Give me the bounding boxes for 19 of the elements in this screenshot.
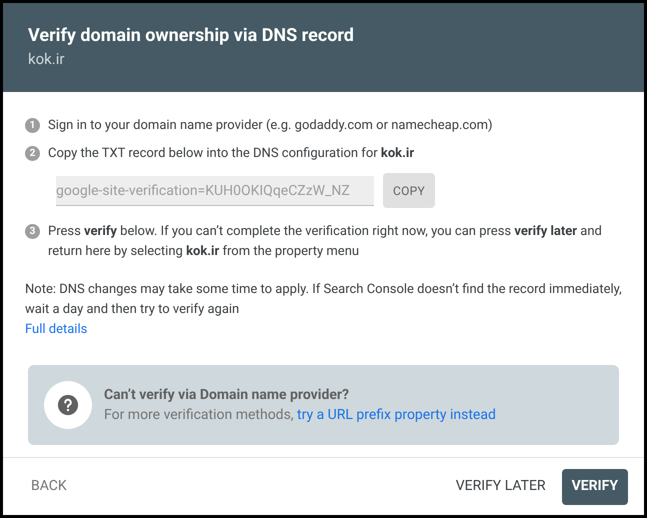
note-text: Note: DNS changes may take some time to apply. If Search Console doesn’t find the record immediately, wait a day and then try to verify again <box>25 281 622 319</box>
copy-button[interactable]: COPY <box>383 173 436 208</box>
verify-button[interactable]: VERIFY <box>562 468 628 504</box>
step-number: 2 <box>25 146 40 161</box>
domain-subtitle: kok.ir <box>28 49 66 69</box>
help-text: For more verification methods, try a URL prefix property instead <box>104 406 496 425</box>
step-number: 1 <box>25 118 40 133</box>
dialog-title: Verify domain ownership via DNS record <box>28 25 355 47</box>
txt-record-field[interactable]: google-site-verification=KUH0OKIQqeCZzW_NZ <box>56 176 374 206</box>
url-prefix-link[interactable]: try a URL prefix property instead <box>297 407 496 423</box>
verify-later-button[interactable]: VERIFY LATER <box>446 468 556 504</box>
full-details-link[interactable]: Full details <box>25 320 88 340</box>
help-icon <box>44 381 92 429</box>
step-text: Sign in to your domain name provider (e.g. godaddy.com or namecheap.com) <box>48 117 493 135</box>
back-button[interactable]: BACK <box>19 468 79 504</box>
help-title: Can’t verify via Domain name provider? <box>104 386 350 405</box>
step-number: 3 <box>25 224 40 239</box>
step-text: Copy the TXT record below into the DNS configuration for kok.ir <box>48 145 414 163</box>
step-text: Press verify below. If you can’t complete the verification right now, you can press verify later and return here by selecting kok.ir from the property menu <box>48 223 603 261</box>
